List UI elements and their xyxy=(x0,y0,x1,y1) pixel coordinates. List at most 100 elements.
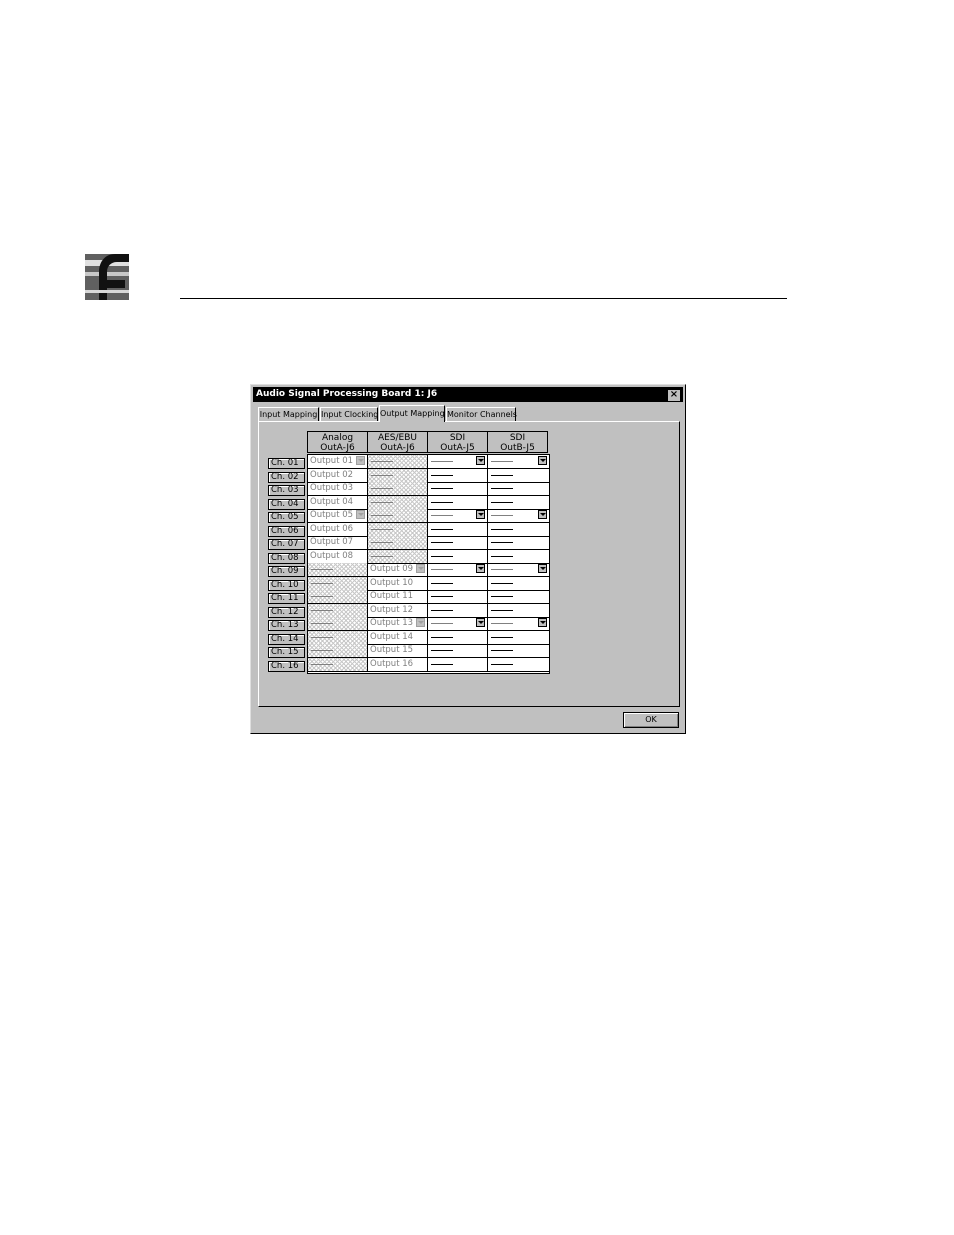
analog-output-select[interactable]: Output 07 xyxy=(308,536,368,550)
dropdown-arrow-icon[interactable] xyxy=(538,456,547,465)
analog-output-select[interactable]: Output 05 xyxy=(308,509,368,523)
tab-monitor-channels[interactable]: Monitor Channels xyxy=(446,407,517,421)
dropdown-arrow-icon[interactable] xyxy=(476,618,485,627)
dropdown-arrow-icon[interactable] xyxy=(356,456,365,465)
aes-cell-disabled xyxy=(368,550,428,564)
sdi-a-output-select[interactable] xyxy=(428,509,488,523)
output-name: Output 06 xyxy=(310,524,354,534)
empty-value-dash xyxy=(371,502,393,503)
channel-label: Ch. 08 xyxy=(268,553,305,564)
aes-output-select[interactable]: Output 10 xyxy=(368,577,428,591)
empty-value-dash xyxy=(371,529,393,530)
dropdown-arrow-icon[interactable] xyxy=(416,618,425,627)
sdi-a-output-select[interactable] xyxy=(428,482,488,496)
header-rule xyxy=(180,298,787,299)
output-name: Output 12 xyxy=(370,605,414,615)
sdi-a-output-select[interactable] xyxy=(428,604,488,618)
empty-value-dash xyxy=(431,650,453,651)
column-header-aes-ebu: AES/EBU OutA-J6 xyxy=(367,431,428,453)
sdi-b-output-select[interactable] xyxy=(488,577,549,591)
analog-cell-disabled xyxy=(308,563,368,577)
sdi-b-output-select[interactable] xyxy=(488,590,549,604)
empty-value-dash xyxy=(311,610,333,611)
sdi-b-output-select[interactable] xyxy=(488,563,549,577)
analog-output-select[interactable]: Output 08 xyxy=(308,550,368,564)
analog-cell-disabled xyxy=(308,577,368,591)
analog-cell-disabled xyxy=(308,604,368,618)
analog-output-select[interactable]: Output 02 xyxy=(308,469,368,483)
tab-input-clocking[interactable]: Input Clocking xyxy=(320,407,378,421)
sdi-a-output-select[interactable] xyxy=(428,536,488,550)
sdi-a-output-select[interactable] xyxy=(428,469,488,483)
aes-cell-disabled xyxy=(368,523,428,537)
tab-output-mapping[interactable]: Output Mapping xyxy=(379,405,445,422)
empty-value-dash xyxy=(431,502,453,503)
sdi-b-output-select[interactable] xyxy=(488,509,549,523)
empty-value-dash xyxy=(311,583,333,584)
sdi-a-output-select[interactable] xyxy=(428,617,488,631)
empty-value-dash xyxy=(431,475,453,476)
sdi-a-output-select[interactable] xyxy=(428,644,488,658)
aes-output-select[interactable]: Output 14 xyxy=(368,631,428,645)
sdi-b-output-select[interactable] xyxy=(488,550,549,564)
aes-output-select[interactable]: Output 12 xyxy=(368,604,428,618)
dropdown-arrow-icon[interactable] xyxy=(538,510,547,519)
output-name: Output 04 xyxy=(310,497,354,507)
empty-value-dash xyxy=(371,542,393,543)
aes-output-select[interactable]: Output 09 xyxy=(368,563,428,577)
sdi-a-output-select[interactable] xyxy=(428,455,488,469)
dropdown-arrow-icon[interactable] xyxy=(416,564,425,573)
column-header-sdi-a: SDI OutA-J5 xyxy=(427,431,488,453)
dropdown-arrow-icon[interactable] xyxy=(356,510,365,519)
analog-cell-disabled xyxy=(308,590,368,604)
aes-output-select[interactable]: Output 11 xyxy=(368,590,428,604)
empty-value-dash xyxy=(431,529,453,530)
aes-cell-disabled xyxy=(368,496,428,510)
empty-value-dash xyxy=(431,623,453,624)
sdi-a-output-select[interactable] xyxy=(428,496,488,510)
sdi-b-output-select[interactable] xyxy=(488,631,549,645)
analog-cell-disabled xyxy=(308,617,368,631)
channel-label: Ch. 07 xyxy=(268,539,305,550)
sdi-b-output-select[interactable] xyxy=(488,496,549,510)
dropdown-arrow-icon[interactable] xyxy=(538,618,547,627)
analog-output-select[interactable]: Output 03 xyxy=(308,482,368,496)
sdi-a-output-select[interactable] xyxy=(428,590,488,604)
channel-label: Ch. 04 xyxy=(268,499,305,510)
aes-output-select[interactable]: Output 15 xyxy=(368,644,428,658)
close-button[interactable]: × xyxy=(667,389,681,402)
sdi-b-output-select[interactable] xyxy=(488,455,549,469)
sdi-b-output-select[interactable] xyxy=(488,482,549,496)
dropdown-arrow-icon[interactable] xyxy=(476,564,485,573)
empty-value-dash xyxy=(491,583,513,584)
dropdown-arrow-icon[interactable] xyxy=(476,456,485,465)
sdi-b-output-select[interactable] xyxy=(488,469,549,483)
sdi-b-output-select[interactable] xyxy=(488,658,549,672)
aes-output-select[interactable]: Output 13 xyxy=(368,617,428,631)
channel-label: Ch. 06 xyxy=(268,526,305,537)
sdi-a-output-select[interactable] xyxy=(428,523,488,537)
sdi-b-output-select[interactable] xyxy=(488,523,549,537)
sdi-b-output-select[interactable] xyxy=(488,604,549,618)
sdi-a-output-select[interactable] xyxy=(428,563,488,577)
aes-output-select[interactable]: Output 16 xyxy=(368,658,428,672)
analog-cell-disabled xyxy=(308,658,368,672)
sdi-b-output-select[interactable] xyxy=(488,617,549,631)
sdi-a-output-select[interactable] xyxy=(428,631,488,645)
tab-input-mapping[interactable]: Input Mapping xyxy=(258,407,319,421)
analog-cell-disabled xyxy=(308,644,368,658)
dropdown-arrow-icon[interactable] xyxy=(538,564,547,573)
analog-output-select[interactable]: Output 04 xyxy=(308,496,368,510)
sdi-b-output-select[interactable] xyxy=(488,644,549,658)
analog-output-select[interactable]: Output 06 xyxy=(308,523,368,537)
column-header-line1: AES/EBU xyxy=(377,433,418,443)
sdi-a-output-select[interactable] xyxy=(428,658,488,672)
sdi-b-output-select[interactable] xyxy=(488,536,549,550)
sdi-a-output-select[interactable] xyxy=(428,550,488,564)
analog-output-select[interactable]: Output 01 xyxy=(308,455,368,469)
sdi-a-output-select[interactable] xyxy=(428,577,488,591)
output-name: Output 14 xyxy=(370,632,414,642)
dropdown-arrow-icon[interactable] xyxy=(476,510,485,519)
ok-button[interactable]: OK xyxy=(623,712,679,728)
empty-value-dash xyxy=(371,461,393,462)
